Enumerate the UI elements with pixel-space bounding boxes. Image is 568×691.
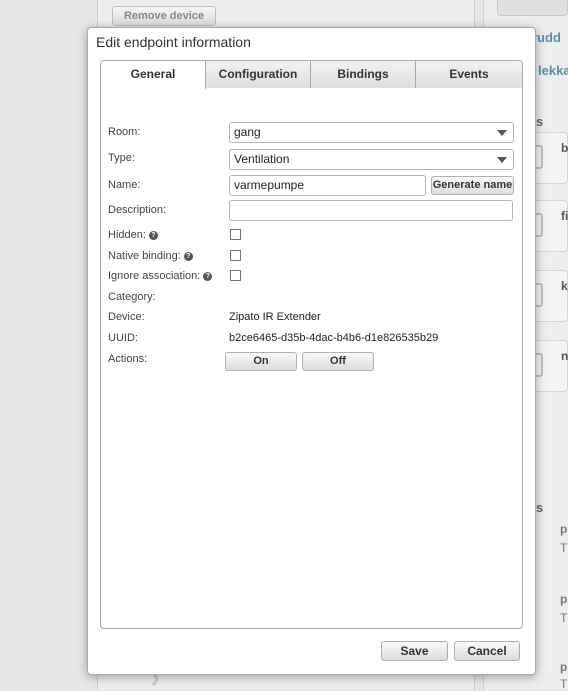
chevron-down-icon: [497, 157, 507, 163]
help-icon[interactable]: ?: [184, 252, 193, 261]
on-button[interactable]: On: [225, 352, 297, 371]
bg-card-label: n: [561, 349, 568, 363]
bg-text-s2: s: [536, 500, 543, 515]
bg-card-label: fi: [561, 209, 568, 223]
native-binding-checkbox[interactable]: [230, 250, 241, 261]
edit-endpoint-dialog: Edit endpoint information General Config…: [87, 27, 536, 675]
type-dropdown-toggle[interactable]: [491, 150, 513, 169]
bg-small-text: T: [560, 541, 567, 555]
help-icon[interactable]: ?: [149, 231, 158, 240]
bg-small-text: p: [560, 592, 567, 606]
tab-general[interactable]: General: [101, 61, 206, 89]
category-label: Category:: [108, 291, 156, 303]
off-button[interactable]: Off: [302, 352, 374, 371]
right-panel-tab: [497, 0, 568, 16]
name-input[interactable]: varmepumpe: [229, 175, 426, 196]
ignore-association-checkbox[interactable]: [230, 270, 241, 281]
description-label: Description:: [108, 204, 166, 216]
room-dropdown-toggle[interactable]: [491, 123, 513, 142]
name-label: Name:: [108, 179, 140, 191]
chevron-down-icon: [497, 130, 507, 136]
tab-bindings[interactable]: Bindings: [311, 61, 416, 88]
bg-card-label: k: [561, 279, 568, 293]
room-value: gang: [234, 125, 261, 139]
remove-device-button[interactable]: Remove device: [112, 6, 216, 26]
generate-name-button[interactable]: Generate name: [431, 176, 514, 195]
bg-text-rudd: rudd: [532, 30, 561, 45]
dialog-title: Edit endpoint information: [96, 34, 251, 50]
native-binding-row: Native binding:?: [108, 250, 193, 262]
hidden-label: Hidden:: [108, 229, 146, 241]
bg-small-text: p: [560, 660, 567, 674]
ignore-association-label: Ignore association:: [108, 270, 200, 282]
bg-card-label: b: [561, 141, 568, 155]
tab-events[interactable]: Events: [416, 61, 522, 88]
cancel-button[interactable]: Cancel: [454, 641, 520, 661]
bg-small-text: T: [560, 611, 567, 625]
native-binding-label: Native binding:: [108, 250, 181, 262]
room-select[interactable]: gang: [229, 122, 514, 143]
hidden-checkbox[interactable]: [230, 229, 241, 240]
help-icon[interactable]: ?: [203, 272, 212, 281]
device-value: Zipato IR Extender: [229, 311, 321, 323]
uuid-label: UUID:: [108, 332, 138, 344]
type-select[interactable]: Ventilation: [229, 149, 514, 170]
actions-label: Actions:: [108, 353, 147, 365]
bg-small-text: p: [560, 522, 567, 536]
device-label: Device:: [108, 311, 145, 323]
tab-bar: General Configuration Bindings Events: [101, 61, 522, 88]
tab-configuration[interactable]: Configuration: [206, 61, 311, 88]
type-label: Type:: [108, 152, 135, 164]
room-label: Room:: [108, 126, 140, 138]
type-value: Ventilation: [234, 152, 289, 166]
bg-small-text: T: [560, 677, 567, 691]
hidden-row: Hidden:?: [108, 229, 158, 241]
bg-text-s: s: [536, 114, 543, 129]
uuid-value: b2ce6465-d35b-4dac-b4b6-d1e826535b29: [229, 332, 438, 344]
description-input[interactable]: [229, 200, 513, 221]
tab-panel: General Configuration Bindings Events Ro…: [100, 60, 523, 629]
ignore-association-row: Ignore association:?: [108, 270, 212, 282]
bg-text-lekka: lekka: [538, 63, 568, 78]
save-button[interactable]: Save: [381, 641, 448, 661]
